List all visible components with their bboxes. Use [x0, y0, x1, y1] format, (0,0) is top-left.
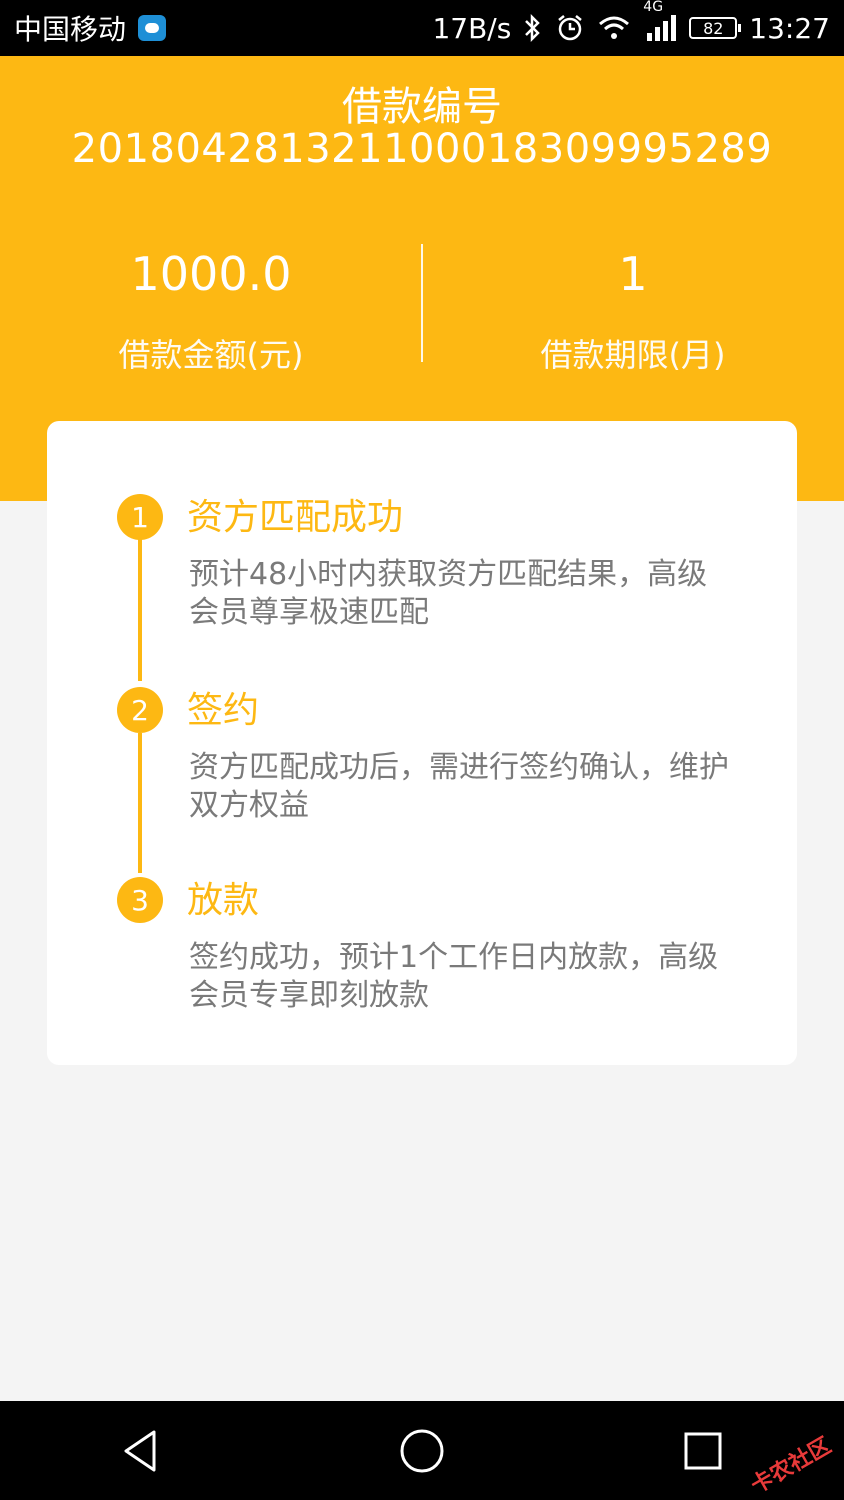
step-description: 预计48小时内获取资方匹配结果，高级会员尊享极速匹配 — [189, 557, 708, 630]
alarm-icon — [555, 13, 585, 43]
step-number-badge: 2 — [117, 687, 163, 733]
step-number-badge: 1 — [117, 494, 163, 540]
step-title: 签约 — [187, 690, 260, 731]
back-triangle-icon — [124, 1430, 156, 1471]
cellular-signal-icon: 4G — [643, 0, 677, 43]
loan-number-title: 借款编号 — [342, 84, 502, 130]
home-circle-icon — [400, 1429, 444, 1472]
loan-term-label: 借款期限(月) — [540, 336, 726, 374]
loan-term: 1 借款期限(月) — [422, 246, 844, 376]
network-type: 4G — [643, 0, 664, 15]
wifi-icon — [597, 14, 631, 42]
battery-icon: 82 — [689, 17, 742, 39]
step-number-badge: 3 — [117, 877, 163, 923]
clock: 13:27 — [749, 11, 830, 45]
status-bar: 中国移动 17B/s 4G 82 13:27 — [0, 0, 844, 56]
step-connector-line — [138, 539, 142, 681]
loan-amount-label: 借款金额(元) — [118, 336, 304, 374]
loan-amount-value: 1000.0 — [130, 247, 292, 301]
step-connector-line — [138, 733, 142, 873]
loan-term-value: 1 — [618, 247, 648, 301]
loan-amount: 1000.0 借款金额(元) — [0, 246, 422, 376]
step-title: 放款 — [187, 880, 260, 921]
system-nav-bar: 卡农社区 — [0, 1401, 844, 1500]
watermark-logo: 卡农社区 — [746, 1433, 836, 1499]
bluetooth-icon — [523, 13, 543, 43]
step-description: 资方匹配成功后，需进行签约确认，维护双方权益 — [189, 750, 729, 823]
carrier-name: 中国移动 — [14, 13, 127, 46]
progress-card: 1 资方匹配成功 预计48小时内获取资方匹配结果，高级会员尊享极速匹配 2 签约… — [47, 421, 797, 1065]
step-title: 资方匹配成功 — [187, 497, 404, 538]
home-button[interactable] — [377, 1406, 467, 1496]
network-speed: 17B/s — [432, 11, 512, 45]
recent-square-icon — [684, 1432, 722, 1469]
battery-level: 82 — [703, 18, 724, 38]
recent-apps-button[interactable] — [658, 1406, 748, 1496]
step-description: 签约成功，预计1个工作日内放款，高级会员专享即刻放款 — [189, 940, 719, 1013]
message-notification-icon — [138, 15, 167, 41]
back-button[interactable] — [96, 1406, 186, 1496]
loan-number: 201804281321100018309995289 — [71, 126, 773, 172]
